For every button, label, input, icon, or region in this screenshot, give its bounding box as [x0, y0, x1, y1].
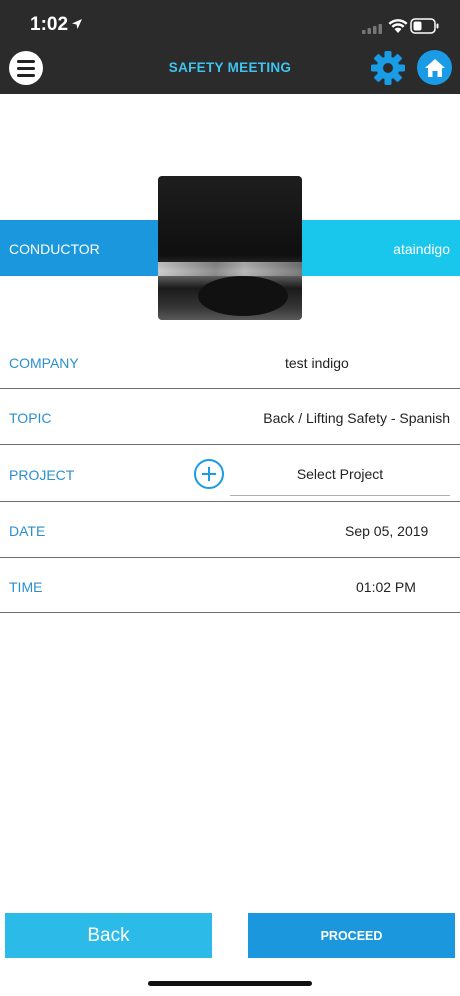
home-icon — [424, 58, 445, 77]
conductor-label: CONDUCTOR — [9, 241, 100, 257]
topic-label: TOPIC — [9, 410, 52, 426]
status-time: 1:02 — [30, 14, 69, 35]
date-label: DATE — [9, 523, 46, 539]
photo-detail — [198, 276, 288, 316]
date-row[interactable]: DATE Sep 05, 2019 — [0, 502, 460, 558]
topic-row[interactable]: TOPIC Back / Lifting Safety - Spanish — [0, 389, 460, 445]
photo-detail — [158, 262, 302, 276]
gear-icon — [371, 51, 405, 85]
row-divider — [0, 612, 460, 613]
conductor-value: ataindigo — [393, 241, 450, 257]
home-indicator — [148, 981, 312, 986]
settings-button[interactable] — [370, 50, 406, 86]
date-value: Sep 05, 2019 — [345, 523, 429, 539]
wifi-icon — [388, 19, 408, 33]
battery-icon — [410, 18, 439, 34]
company-value: test indigo — [285, 355, 349, 371]
company-row: COMPANY test indigo — [0, 334, 460, 390]
add-project-button[interactable] — [194, 459, 224, 489]
home-button[interactable] — [417, 50, 452, 85]
time-row[interactable]: TIME 01:02 PM — [0, 558, 460, 614]
topic-value: Back / Lifting Safety - Spanish — [263, 410, 450, 426]
time-label: TIME — [9, 579, 43, 595]
company-label: COMPANY — [9, 355, 79, 371]
plus-icon — [202, 467, 216, 481]
proceed-button[interactable]: PROCEED — [248, 913, 455, 958]
back-button[interactable]: Back — [5, 913, 212, 958]
project-select-underline — [230, 495, 450, 496]
top-header: 1:02 SAFETY MEETING — [0, 0, 460, 94]
time-value: 01:02 PM — [356, 579, 416, 595]
project-select[interactable]: Select Project — [230, 466, 450, 482]
meeting-photo[interactable] — [158, 176, 302, 320]
location-arrow-icon — [72, 19, 82, 29]
project-label: PROJECT — [9, 467, 75, 483]
cellular-signal-icon — [362, 24, 382, 34]
